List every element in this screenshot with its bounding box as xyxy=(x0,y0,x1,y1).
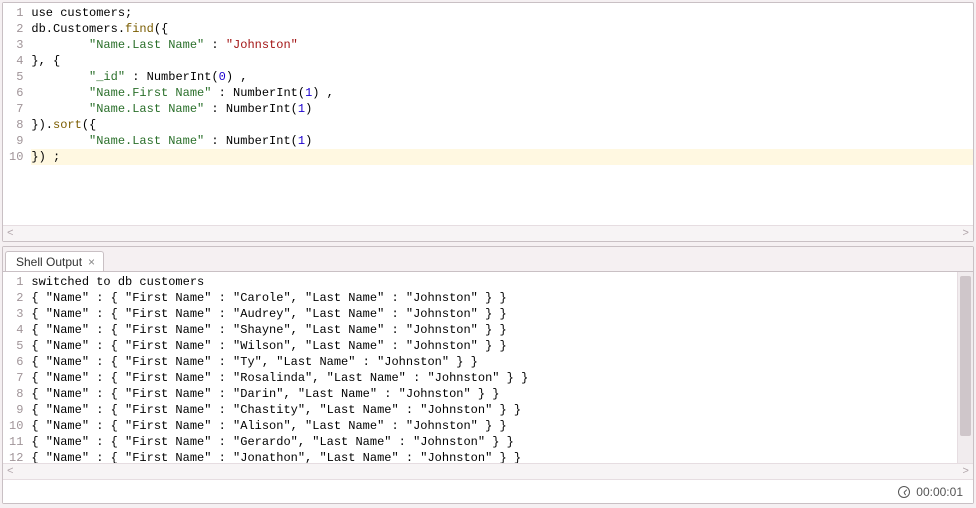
output-line[interactable]: { "Name" : { "First Name" : "Chastity", … xyxy=(31,402,957,418)
query-editor-panel: 12345678910 use customers;db.Customers.f… xyxy=(2,2,974,242)
line-number: 2 xyxy=(9,21,23,37)
output-line[interactable]: { "Name" : { "First Name" : "Audrey", "L… xyxy=(31,306,957,322)
output-line[interactable]: { "Name" : { "First Name" : "Carole", "L… xyxy=(31,290,957,306)
output-line[interactable]: { "Name" : { "First Name" : "Alison", "L… xyxy=(31,418,957,434)
output-lines[interactable]: switched to db customers{ "Name" : { "Fi… xyxy=(27,272,957,463)
line-number: 12 xyxy=(9,450,23,463)
line-number: 3 xyxy=(9,37,23,53)
tab-label: Shell Output xyxy=(16,255,82,269)
line-number: 11 xyxy=(9,434,23,450)
output-line[interactable]: { "Name" : { "First Name" : "Rosalinda",… xyxy=(31,370,957,386)
code-line[interactable]: db.Customers.find({ xyxy=(31,21,973,37)
output-tabs-row: Shell Output × xyxy=(3,247,973,271)
line-number: 6 xyxy=(9,354,23,370)
output-line-gutter: 1234567891011121314 xyxy=(3,272,27,463)
elapsed-time: 00:00:01 xyxy=(916,485,963,499)
clock-icon xyxy=(898,486,910,498)
scroll-left-icon[interactable]: < xyxy=(7,466,14,478)
scroll-right-icon[interactable]: > xyxy=(962,228,969,240)
output-line[interactable]: { "Name" : { "First Name" : "Ty", "Last … xyxy=(31,354,957,370)
code-line[interactable]: "Name.Last Name" : "Johnston" xyxy=(31,37,973,53)
line-number: 7 xyxy=(9,370,23,386)
editor-horizontal-scrollbar[interactable]: < > xyxy=(3,225,973,241)
output-line[interactable]: { "Name" : { "First Name" : "Darin", "La… xyxy=(31,386,957,402)
status-bar: 00:00:01 xyxy=(3,479,973,503)
line-number: 6 xyxy=(9,85,23,101)
line-number: 3 xyxy=(9,306,23,322)
editor-code-lines[interactable]: use customers;db.Customers.find({ "Name.… xyxy=(27,3,973,225)
line-number: 8 xyxy=(9,386,23,402)
line-number: 4 xyxy=(9,322,23,338)
tab-shell-output[interactable]: Shell Output × xyxy=(5,251,104,272)
scrollbar-thumb[interactable] xyxy=(960,276,971,436)
output-line[interactable]: switched to db customers xyxy=(31,274,957,290)
output-line[interactable]: { "Name" : { "First Name" : "Gerardo", "… xyxy=(31,434,957,450)
line-number: 9 xyxy=(9,133,23,149)
line-number: 10 xyxy=(9,149,23,165)
code-line[interactable]: "Name.Last Name" : NumberInt(1) xyxy=(31,133,973,149)
line-number: 9 xyxy=(9,402,23,418)
line-number: 5 xyxy=(9,69,23,85)
line-number: 2 xyxy=(9,290,23,306)
line-number: 5 xyxy=(9,338,23,354)
line-number: 8 xyxy=(9,117,23,133)
scroll-right-icon[interactable]: > xyxy=(962,466,969,478)
output-horizontal-scrollbar[interactable]: < > xyxy=(3,463,973,479)
code-line[interactable]: use customers; xyxy=(31,5,973,21)
close-icon[interactable]: × xyxy=(88,256,95,268)
line-number: 10 xyxy=(9,418,23,434)
editor-line-gutter: 12345678910 xyxy=(3,3,27,225)
shell-output-content: 1234567891011121314 switched to db custo… xyxy=(3,271,973,503)
code-line[interactable]: "_id" : NumberInt(0) , xyxy=(31,69,973,85)
output-vertical-scrollbar[interactable] xyxy=(957,272,973,463)
line-number: 7 xyxy=(9,101,23,117)
query-editor[interactable]: 12345678910 use customers;db.Customers.f… xyxy=(3,3,973,225)
code-line[interactable]: }) ; xyxy=(31,149,973,165)
output-line[interactable]: { "Name" : { "First Name" : "Wilson", "L… xyxy=(31,338,957,354)
scroll-left-icon[interactable]: < xyxy=(7,228,14,240)
line-number: 1 xyxy=(9,274,23,290)
line-number: 4 xyxy=(9,53,23,69)
code-line[interactable]: "Name.First Name" : NumberInt(1) , xyxy=(31,85,973,101)
code-line[interactable]: "Name.Last Name" : NumberInt(1) xyxy=(31,101,973,117)
line-number: 1 xyxy=(9,5,23,21)
output-line[interactable]: { "Name" : { "First Name" : "Shayne", "L… xyxy=(31,322,957,338)
code-line[interactable]: }, { xyxy=(31,53,973,69)
code-line[interactable]: }).sort({ xyxy=(31,117,973,133)
output-line[interactable]: { "Name" : { "First Name" : "Jonathon", … xyxy=(31,450,957,463)
shell-output-panel: Shell Output × 1234567891011121314 switc… xyxy=(2,246,974,504)
